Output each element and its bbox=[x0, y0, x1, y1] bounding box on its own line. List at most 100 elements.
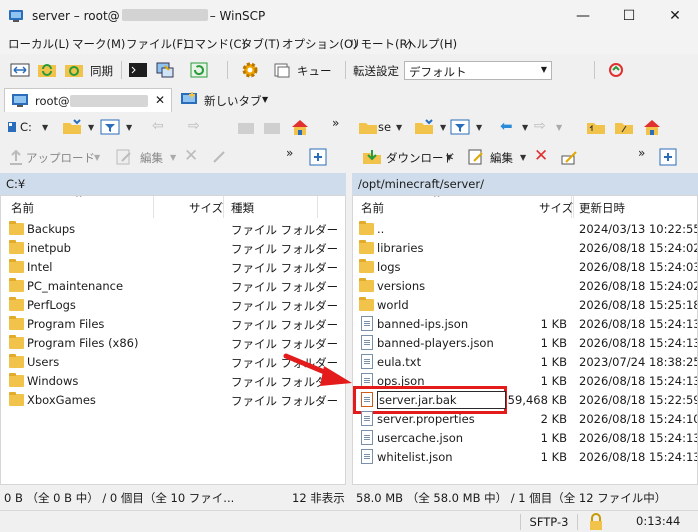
left-path-bar[interactable]: C:¥ bbox=[0, 173, 346, 195]
back-arrow-icon[interactable]: ⬅ bbox=[500, 117, 513, 135]
forward-arrow-icon[interactable]: ⇨ bbox=[534, 118, 546, 134]
putty-icon[interactable] bbox=[155, 61, 175, 79]
chevron-down-icon[interactable]: ▼ bbox=[520, 153, 526, 162]
edit-icon[interactable] bbox=[466, 148, 486, 166]
back-arrow-icon[interactable]: ⇦ bbox=[152, 118, 164, 134]
menu-help[interactable]: ヘルプ(H) bbox=[405, 36, 457, 52]
refresh-icon[interactable] bbox=[189, 61, 209, 79]
sync-folder-icon[interactable] bbox=[64, 61, 84, 79]
table-row[interactable]: inetpub ファイル フォルダー bbox=[1, 239, 345, 258]
table-row[interactable]: Intel ファイル フォルダー bbox=[1, 258, 345, 277]
right-edit-button[interactable]: 編集 bbox=[490, 150, 513, 166]
properties-icon[interactable] bbox=[210, 148, 230, 166]
new-item-icon[interactable] bbox=[658, 148, 678, 166]
parent-dir-icon[interactable] bbox=[586, 118, 606, 136]
lock-icon[interactable] bbox=[588, 513, 604, 531]
chevron-down-icon[interactable]: ▼ bbox=[556, 123, 562, 132]
menu-file[interactable]: ファイル(F) bbox=[126, 36, 188, 52]
maximize-button[interactable]: ☐ bbox=[606, 0, 652, 32]
column-divider[interactable] bbox=[153, 196, 154, 218]
column-header-name[interactable]: 名前 bbox=[361, 200, 384, 216]
right-file-list[interactable]: 名前 ^ サイズ 更新日時 .. 2024/03/13 10:22:55 libra… bbox=[352, 195, 698, 485]
delete-icon[interactable]: ✕ bbox=[534, 146, 548, 166]
column-header-date[interactable]: 更新日時 bbox=[579, 200, 625, 216]
menu-command[interactable]: コマンド(C) bbox=[183, 36, 246, 52]
chevron-down-icon[interactable]: ▼ bbox=[440, 123, 446, 132]
left-drive-label[interactable]: C: bbox=[20, 120, 32, 134]
table-row[interactable]: logs 2026/08/18 15:24:03 bbox=[353, 258, 697, 277]
table-row[interactable]: eula.txt 1 KB 2023/07/24 18:38:25 bbox=[353, 353, 697, 372]
download-icon[interactable] bbox=[362, 148, 382, 166]
root-dir-icon[interactable] bbox=[262, 118, 282, 136]
column-divider[interactable] bbox=[317, 196, 318, 218]
chevron-down-icon[interactable]: ▼ bbox=[94, 153, 100, 162]
properties-icon[interactable] bbox=[560, 148, 580, 166]
column-header-size[interactable]: サイズ bbox=[189, 200, 223, 216]
download-button[interactable]: ダウンロード bbox=[386, 150, 455, 166]
transfer-preset-select[interactable]: デフォルト ▼ bbox=[404, 61, 552, 80]
close-window-button[interactable]: ✕ bbox=[652, 0, 698, 32]
column-header-type[interactable]: 種類 bbox=[231, 200, 254, 216]
table-row[interactable]: Backups ファイル フォルダー bbox=[1, 220, 345, 239]
chevron-down-icon[interactable]: ▼ bbox=[126, 123, 132, 132]
tab-new[interactable]: 新しいタブ ▼ bbox=[176, 88, 276, 112]
close-tab-icon[interactable]: ✕ bbox=[155, 93, 165, 107]
overflow-icon[interactable]: » bbox=[638, 146, 645, 160]
synchronize-browsing-icon[interactable] bbox=[37, 61, 57, 79]
table-row[interactable]: banned-ips.json 1 KB 2026/08/18 15:24:13 bbox=[353, 315, 697, 334]
sync-button[interactable]: 同期 bbox=[90, 63, 113, 79]
queue-icon[interactable] bbox=[272, 61, 292, 79]
table-row[interactable]: Program Files ファイル フォルダー bbox=[1, 315, 345, 334]
chevron-down-icon[interactable]: ▼ bbox=[522, 123, 528, 132]
transfer-sync-icon[interactable] bbox=[606, 61, 626, 79]
new-item-icon[interactable] bbox=[308, 148, 328, 166]
home-icon[interactable] bbox=[290, 118, 310, 136]
open-folder-icon[interactable] bbox=[62, 118, 82, 136]
forward-arrow-icon[interactable]: ⇨ bbox=[188, 118, 200, 134]
left-file-list[interactable]: 名前 ^ サイズ 種類 Backups ファイル フォルダー inetpub ファイル… bbox=[0, 195, 346, 485]
chevron-down-icon[interactable]: ▼ bbox=[42, 123, 48, 132]
open-folder-icon[interactable] bbox=[414, 118, 434, 136]
table-row[interactable]: libraries 2026/08/18 15:24:02 bbox=[353, 239, 697, 258]
preferences-gear-icon[interactable] bbox=[240, 61, 260, 79]
chevron-down-icon[interactable]: ▼ bbox=[446, 153, 452, 162]
left-edit-button[interactable]: 編集 bbox=[140, 150, 163, 166]
parent-dir-icon[interactable] bbox=[236, 118, 256, 136]
table-row[interactable]: server.properties 2 KB 2026/08/18 15:24:10 bbox=[353, 410, 697, 429]
menu-remote[interactable]: リモート(R) bbox=[349, 36, 412, 52]
chevron-down-icon[interactable]: ▼ bbox=[88, 123, 94, 132]
menu-tab[interactable]: タブ(T) bbox=[241, 36, 280, 52]
table-row[interactable]: server.jar.bak 59,468 KB 2026/08/18 15:22:… bbox=[353, 386, 697, 414]
tab-session[interactable]: root@ ✕ bbox=[4, 88, 172, 112]
console-icon[interactable] bbox=[128, 61, 148, 79]
table-row[interactable]: .. 2024/03/13 10:22:55 bbox=[353, 220, 697, 239]
table-row[interactable]: XboxGames ファイル フォルダー bbox=[1, 391, 345, 410]
delete-icon[interactable]: ✕ bbox=[184, 146, 198, 166]
chevron-down-icon[interactable]: ▼ bbox=[396, 123, 402, 132]
home-icon[interactable] bbox=[642, 118, 662, 136]
table-row[interactable]: PC_maintenance ファイル フォルダー bbox=[1, 277, 345, 296]
compare-directories-icon[interactable] bbox=[10, 61, 30, 79]
table-row[interactable]: PerfLogs ファイル フォルダー bbox=[1, 296, 345, 315]
menu-local[interactable]: ローカル(L) bbox=[8, 36, 69, 52]
overflow-icon[interactable]: » bbox=[332, 116, 339, 130]
upload-button[interactable]: アップロード bbox=[26, 150, 95, 166]
rename-input[interactable]: server.jar.bak bbox=[377, 391, 506, 409]
column-header-name[interactable]: 名前 bbox=[11, 200, 34, 216]
right-path-bar[interactable]: /opt/minecraft/server/ bbox=[352, 173, 698, 195]
edit-icon[interactable] bbox=[114, 148, 134, 166]
chevron-down-icon[interactable]: ▼ bbox=[476, 123, 482, 132]
right-drive-label[interactable]: se bbox=[378, 120, 391, 134]
filter-icon[interactable] bbox=[450, 118, 470, 136]
table-row[interactable]: banned-players.json 1 KB 2026/08/18 15:24:… bbox=[353, 334, 697, 353]
upload-icon[interactable] bbox=[6, 148, 26, 166]
root-dir-icon[interactable] bbox=[614, 118, 634, 136]
table-row[interactable]: versions 2026/08/18 15:24:02 bbox=[353, 277, 697, 296]
menu-mark[interactable]: マーク(M) bbox=[72, 36, 125, 52]
minimize-button[interactable]: — bbox=[560, 0, 606, 32]
filter-icon[interactable] bbox=[100, 118, 120, 136]
menu-options[interactable]: オプション(O) bbox=[282, 36, 358, 52]
table-row[interactable]: world 2026/08/18 15:25:18 bbox=[353, 296, 697, 315]
chevron-down-icon[interactable]: ▼ bbox=[170, 153, 176, 162]
table-row[interactable]: whitelist.json 1 KB 2026/08/18 15:24:13 bbox=[353, 448, 697, 467]
